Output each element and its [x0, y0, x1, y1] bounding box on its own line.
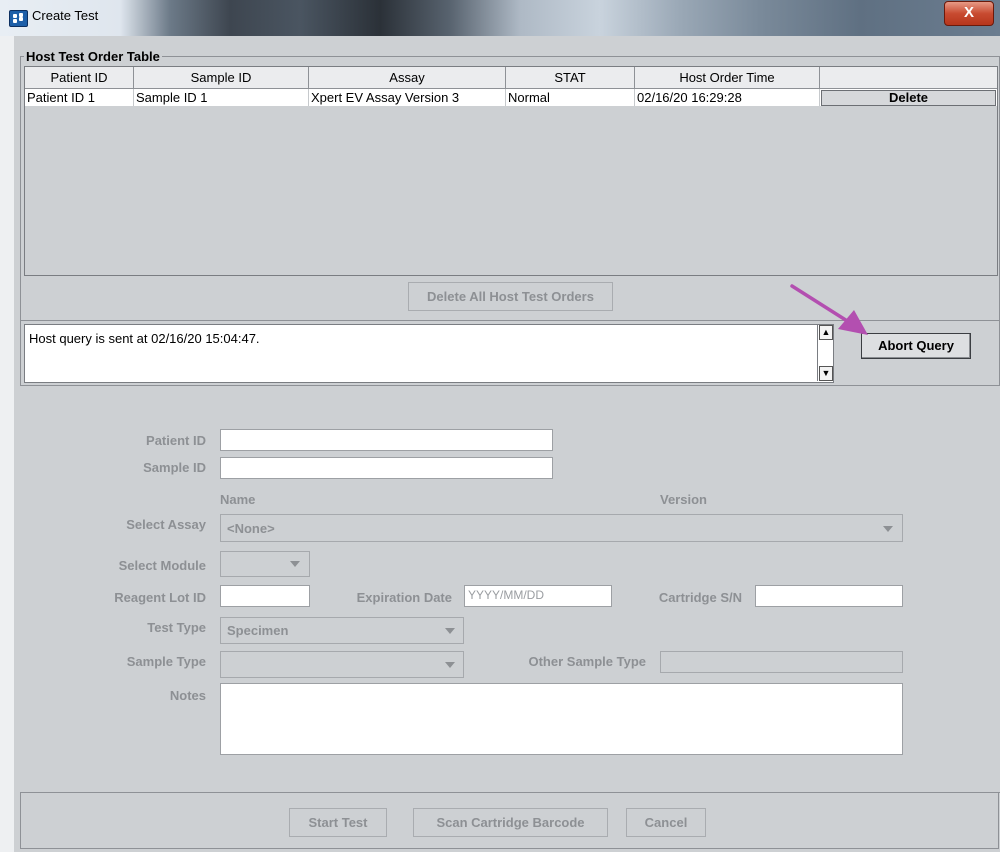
annotation-arrow-icon: [790, 284, 868, 335]
column-header-sample-id[interactable]: Sample ID: [134, 67, 309, 89]
select-module-label: Select Module: [118, 558, 206, 573]
host-query-status-box[interactable]: Host query is sent at 02/16/20 15:04:47.: [24, 324, 834, 383]
column-header-action: [820, 67, 997, 89]
column-header-assay[interactable]: Assay: [309, 67, 506, 89]
cell-assay: Xpert EV Assay Version 3: [309, 89, 506, 106]
patient-id-label: Patient ID: [146, 433, 206, 448]
chevron-down-icon: [445, 628, 455, 634]
test-type-label: Test Type: [147, 620, 206, 635]
column-header-stat[interactable]: STAT: [506, 67, 635, 89]
column-header-host-order-time[interactable]: Host Order Time: [635, 67, 820, 89]
reagent-lot-id-input[interactable]: [220, 585, 310, 607]
sample-type-dropdown[interactable]: [220, 651, 464, 678]
close-button[interactable]: X: [944, 1, 994, 26]
status-message: Host query is sent at 02/16/20 15:04:47.: [29, 331, 260, 346]
scroll-down-icon[interactable]: ▼: [819, 366, 833, 381]
other-sample-type-label: Other Sample Type: [528, 654, 646, 669]
select-assay-dropdown[interactable]: <None>: [220, 514, 903, 542]
cartridge-sn-label: Cartridge S/N: [658, 590, 742, 605]
notes-textarea[interactable]: [220, 683, 903, 755]
host-order-table: Patient ID Sample ID Assay STAT Host Ord…: [24, 66, 998, 276]
delete-row-button[interactable]: Delete: [821, 90, 996, 106]
window-left-edge: [0, 36, 14, 852]
cell-sample-id: Sample ID 1: [134, 89, 309, 106]
expiration-date-input[interactable]: YYYY/MM/DD: [464, 585, 612, 607]
sample-id-input[interactable]: [220, 457, 553, 479]
sample-type-label: Sample Type: [126, 654, 206, 669]
notes-label: Notes: [169, 688, 206, 703]
version-header: Version: [660, 492, 707, 507]
cancel-button[interactable]: Cancel: [626, 808, 706, 837]
start-test-button[interactable]: Start Test: [289, 808, 387, 837]
test-type-dropdown[interactable]: Specimen: [220, 617, 464, 644]
select-assay-value: <None>: [227, 521, 275, 536]
select-module-dropdown[interactable]: [220, 551, 310, 577]
window-title: Create Test: [32, 8, 99, 23]
scan-cartridge-barcode-button[interactable]: Scan Cartridge Barcode: [413, 808, 608, 837]
cell-host-order-time: 02/16/20 16:29:28: [635, 89, 820, 106]
chevron-down-icon: [883, 526, 893, 532]
column-header-patient-id[interactable]: Patient ID: [25, 67, 134, 89]
expiration-date-label: Expiration Date: [356, 590, 452, 605]
cell-stat: Normal: [506, 89, 635, 106]
reagent-lot-id-label: Reagent Lot ID: [114, 590, 206, 605]
other-sample-type-input[interactable]: [660, 651, 903, 673]
chevron-down-icon: [290, 561, 300, 567]
patient-id-input[interactable]: [220, 429, 553, 451]
title-bar[interactable]: Create Test X: [0, 0, 1000, 36]
chevron-down-icon: [445, 662, 455, 668]
group-title: Host Test Order Table: [24, 49, 162, 64]
app-icon: [9, 10, 28, 27]
delete-all-host-test-orders-button[interactable]: Delete All Host Test Orders: [408, 282, 613, 311]
cell-patient-id: Patient ID 1: [25, 89, 134, 106]
name-header: Name: [220, 492, 256, 507]
expiration-date-placeholder: YYYY/MM/DD: [468, 588, 545, 602]
cartridge-sn-input[interactable]: [755, 585, 903, 607]
select-assay-label: Select Assay: [126, 517, 206, 532]
create-test-window: Create Test X Host Test Order Table Pati…: [0, 0, 1000, 852]
test-type-value: Specimen: [227, 623, 289, 638]
sample-id-label: Sample ID: [143, 460, 206, 475]
